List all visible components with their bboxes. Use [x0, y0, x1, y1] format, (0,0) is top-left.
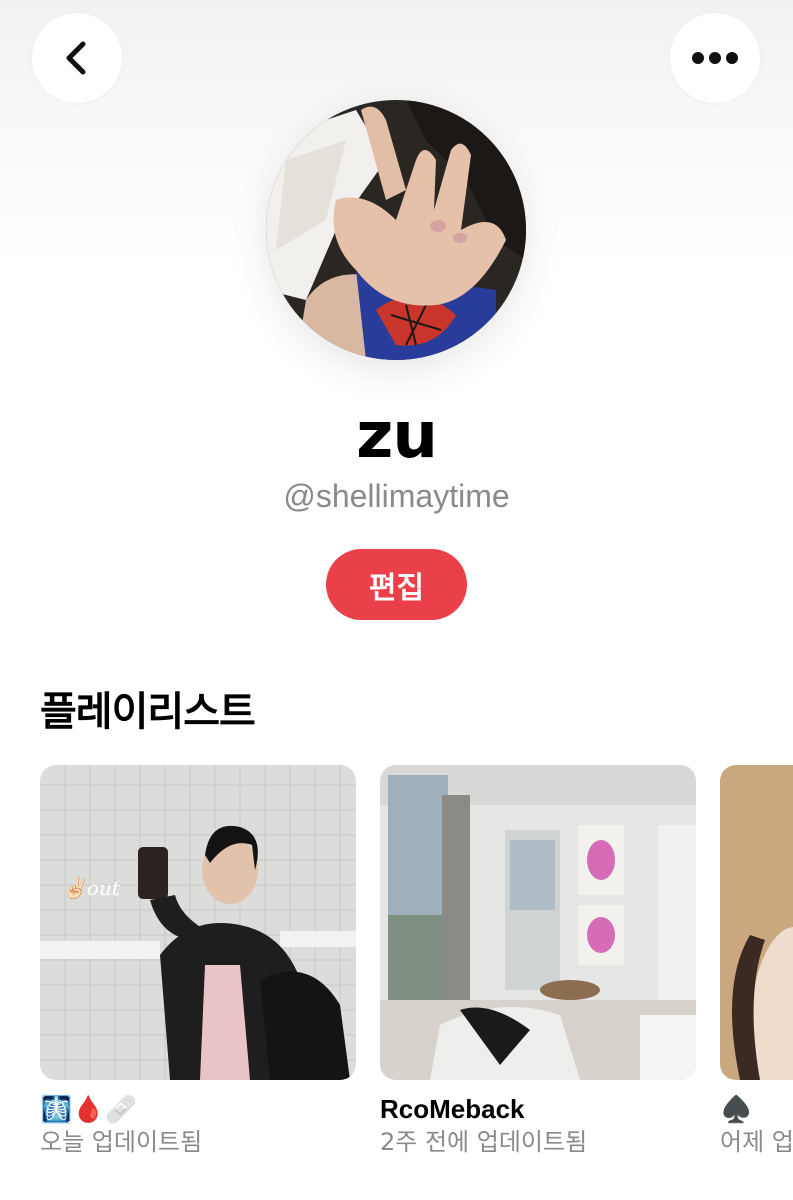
playlist-cover: [720, 765, 793, 1080]
playlist-name: RcoMeback: [380, 1094, 525, 1124]
playlist-name: ♠️: [720, 1094, 753, 1124]
cover-sticker-text: ✌🏻out: [62, 876, 121, 900]
playlist-cover-image: [380, 765, 696, 1080]
edit-profile-button[interactable]: 편집: [326, 549, 467, 620]
profile-page: zu @shellimaytime 편집 플레이리스트 ✌🏻out 🩻🩸🩹 오늘…: [0, 0, 793, 1200]
more-options-button[interactable]: [670, 13, 760, 103]
back-button[interactable]: [32, 13, 122, 103]
avatar-image: [266, 100, 526, 360]
avatar[interactable]: [266, 100, 526, 360]
playlist-name: 🩻🩸🩹: [40, 1094, 138, 1124]
playlist-card[interactable]: ✌🏻out 🩻🩸🩹 오늘 업데이트됨: [40, 765, 356, 1158]
playlist-card[interactable]: ♠️ 어제 업: [720, 765, 793, 1158]
playlist-updated: 어제 업: [720, 1128, 793, 1156]
username-handle: @shellimaytime: [283, 478, 510, 514]
playlist-cover-image: [720, 765, 793, 1080]
display-name: zu: [356, 399, 438, 473]
chevron-left-icon: [66, 41, 86, 75]
ellipsis-icon: [692, 52, 738, 64]
playlist-cover-image: ✌🏻out: [40, 765, 356, 1080]
playlists-section-title: 플레이리스트: [40, 689, 256, 735]
playlist-updated: 2주 전에 업데이트됨: [380, 1128, 588, 1156]
playlist-card[interactable]: RcoMeback 2주 전에 업데이트됨: [380, 765, 696, 1158]
playlist-cover: ✌🏻out: [40, 765, 356, 1080]
playlist-updated: 오늘 업데이트됨: [40, 1128, 203, 1156]
playlist-cover: [380, 765, 696, 1080]
